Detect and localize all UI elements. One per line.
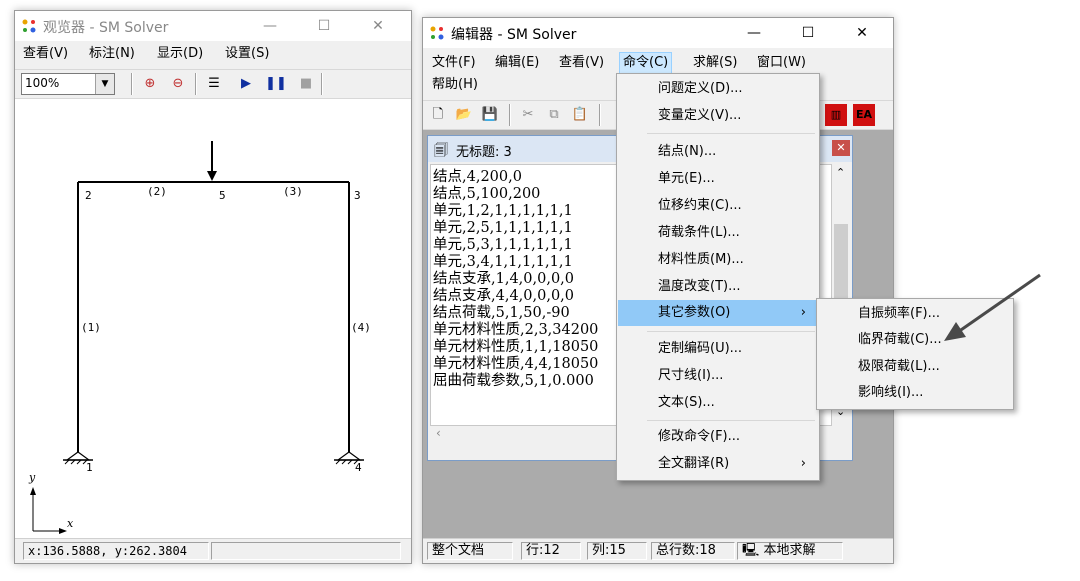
- menu-file[interactable]: 文件(F): [428, 52, 480, 74]
- viewer-canvas[interactable]: 2 5 3 1 4 (2) (3) (1) (4) y x: [15, 99, 411, 538]
- command-menu: 问题定义(D)... 变量定义(V)... 结点(N)... 单元(E)... …: [616, 73, 820, 481]
- editor-statusbar: 整个文档 行:12 列:15 总行数:18 🖳 本地求解: [423, 538, 893, 563]
- axis-x-label: x: [67, 517, 74, 530]
- load-arrow-head: [207, 171, 217, 181]
- viewer-window: 观览器 - SM Solver — ☐ ✕ 查看(V) 标注(N) 显示(D) …: [14, 10, 412, 564]
- document-icon: 🗐: [434, 143, 448, 159]
- viewer-title: 观览器 - SM Solver: [43, 20, 169, 36]
- editor-titlebar[interactable]: 编辑器 - SM Solver — ☐ ✕: [423, 18, 893, 48]
- node-label-5: 5: [219, 189, 226, 202]
- element-label-3: (3): [283, 185, 303, 198]
- node-label-3: 3: [354, 189, 361, 202]
- ea-icon[interactable]: EA: [853, 104, 875, 126]
- menu-custom-code[interactable]: 定制编码(U)...: [618, 336, 818, 362]
- element-label-4: (4): [351, 321, 371, 334]
- menu-modify-command[interactable]: 修改命令(F)...: [618, 424, 818, 450]
- menu-elements[interactable]: 单元(E)...: [618, 166, 818, 192]
- chart-red-icon[interactable]: ▥: [825, 104, 847, 126]
- scroll-left-icon[interactable]: ‹: [436, 426, 441, 440]
- status-mode: 🖳 本地求解: [737, 542, 843, 560]
- status-total: 总行数:18: [651, 542, 735, 560]
- menu-window[interactable]: 窗口(W): [753, 52, 810, 74]
- status-mode-label: 本地求解: [763, 543, 816, 558]
- menu-command[interactable]: 命令(C): [619, 52, 673, 74]
- menu-view[interactable]: 查看(V): [555, 52, 608, 74]
- cut-icon[interactable]: ✂: [517, 104, 539, 126]
- status-col: 列:15: [587, 542, 647, 560]
- chevron-down-icon[interactable]: ▼: [95, 74, 114, 94]
- menu-load-condition[interactable]: 荷载条件(L)...: [618, 220, 818, 246]
- menu-solve[interactable]: 求解(S): [689, 52, 741, 74]
- close-icon[interactable]: ✕: [832, 140, 850, 156]
- menu-annotate[interactable]: 标注(N): [85, 43, 139, 65]
- status-row: 行:12: [521, 542, 581, 560]
- close-button[interactable]: ✕: [355, 11, 401, 41]
- status-empty: [211, 542, 401, 560]
- menu-text[interactable]: 文本(S)...: [618, 390, 818, 416]
- minimize-button[interactable]: —: [731, 18, 777, 48]
- menu-problem-def[interactable]: 问题定义(D)...: [618, 76, 818, 102]
- pause-icon[interactable]: ❚❚: [265, 73, 287, 95]
- menu-settings[interactable]: 设置(S): [221, 43, 273, 65]
- node-label-1: 1: [86, 461, 93, 474]
- chevron-right-icon: ›: [800, 305, 806, 320]
- menu-ultimate-load[interactable]: 极限荷载(L)...: [818, 354, 1012, 380]
- menu-natural-frequency[interactable]: 自振频率(F)...: [818, 301, 1012, 327]
- element-label-2: (2): [147, 185, 167, 198]
- scroll-up-icon[interactable]: ⌃: [836, 166, 845, 179]
- save-icon[interactable]: 💾: [479, 104, 501, 126]
- new-file-icon[interactable]: 🗋: [427, 104, 449, 126]
- status-scope: 整个文档: [427, 542, 513, 560]
- status-coords: x:136.5888, y:262.3804: [23, 542, 209, 560]
- other-params-submenu: 自振频率(F)... 临界荷载(C)... 极限荷载(L)... 影响线(I).…: [816, 298, 1014, 410]
- frame-diagram: [30, 141, 364, 534]
- node-label-4: 4: [355, 461, 362, 474]
- solver-icon: 🖳: [742, 543, 760, 558]
- menu-display[interactable]: 显示(D): [153, 43, 207, 65]
- play-icon[interactable]: ▶: [235, 73, 257, 95]
- node-label-2: 2: [85, 189, 92, 202]
- viewer-toolbar: 100% ▼ ⊕ ⊖ ☰ ▶ ❚❚ ■: [15, 69, 411, 99]
- close-button[interactable]: ✕: [839, 18, 885, 48]
- app-logo-icon: [430, 26, 444, 40]
- menu-help[interactable]: 帮助(H): [428, 74, 482, 96]
- zoom-value: 100%: [25, 76, 60, 90]
- zoom-in-icon[interactable]: ⊕: [139, 73, 161, 95]
- menu-nodes[interactable]: 结点(N)...: [618, 139, 818, 165]
- menu-variable-def[interactable]: 变量定义(V)...: [618, 103, 818, 129]
- menu-influence-line[interactable]: 影响线(I)...: [818, 380, 1012, 406]
- chevron-right-icon: ›: [800, 456, 806, 471]
- minimize-button[interactable]: —: [247, 11, 293, 41]
- paste-icon[interactable]: 📋: [569, 104, 591, 126]
- viewer-menubar: 查看(V) 标注(N) 显示(D) 设置(S): [15, 43, 411, 65]
- viewer-titlebar[interactable]: 观览器 - SM Solver — ☐ ✕: [15, 11, 411, 41]
- axis-y-label: y: [29, 471, 36, 484]
- menu-displacement-constraint[interactable]: 位移约束(C)...: [618, 193, 818, 219]
- copy-icon[interactable]: ⧉: [543, 104, 565, 126]
- stop-icon[interactable]: ■: [295, 73, 317, 95]
- menu-other-params-label: 其它参数(O): [658, 305, 731, 320]
- menu-other-params[interactable]: 其它参数(O) ›: [618, 300, 818, 326]
- element-label-1: (1): [81, 321, 101, 334]
- editor-title: 编辑器 - SM Solver: [451, 27, 577, 43]
- maximize-button[interactable]: ☐: [301, 11, 347, 41]
- menu-critical-load[interactable]: 临界荷载(C)...: [818, 327, 1012, 353]
- maximize-button[interactable]: ☐: [785, 18, 831, 48]
- menu-material-property[interactable]: 材料性质(M)...: [618, 247, 818, 273]
- menu-temperature-change[interactable]: 温度改变(T)...: [618, 274, 818, 300]
- open-folder-icon[interactable]: 📂: [453, 104, 475, 126]
- zoom-select[interactable]: 100% ▼: [21, 73, 115, 95]
- document-title: 无标题: 3: [456, 145, 512, 160]
- menu-edit[interactable]: 编辑(E): [491, 52, 543, 74]
- menu-full-translate-label: 全文翻译(R): [658, 456, 730, 471]
- menu-full-translate[interactable]: 全文翻译(R) ›: [618, 451, 818, 477]
- list-icon[interactable]: ☰: [203, 73, 225, 95]
- viewer-statusbar: x:136.5888, y:262.3804: [15, 538, 411, 563]
- menu-view[interactable]: 查看(V): [19, 43, 72, 65]
- app-logo-icon: [22, 19, 36, 33]
- menu-dimension-line[interactable]: 尺寸线(I)...: [618, 363, 818, 389]
- zoom-out-icon[interactable]: ⊖: [167, 73, 189, 95]
